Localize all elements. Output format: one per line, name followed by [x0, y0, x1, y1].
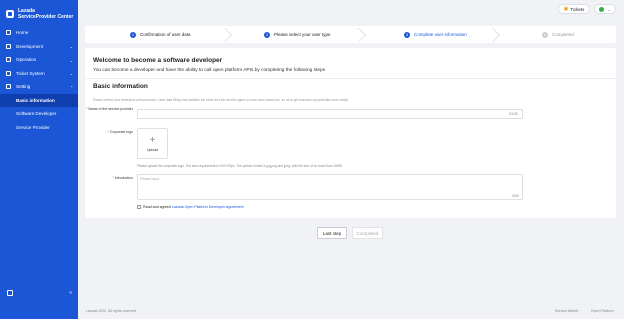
sidebar-item-label: Software Developer: [16, 111, 57, 117]
step-separator: [492, 28, 493, 41]
tickets-button[interactable]: ▣ Tickets: [558, 4, 590, 14]
main-card: Welcome to become a software developer Y…: [85, 48, 616, 218]
footer-link-open-platform[interactable]: Open Platform: [591, 309, 614, 313]
step-label: Please select your user type: [274, 32, 331, 37]
step-label: Complete user information: [414, 32, 467, 37]
sidebar-item-setting[interactable]: Setting ⌄: [0, 80, 78, 94]
agreement-checkbox[interactable]: [137, 205, 141, 209]
sidebar: Lazada ServiceProvider Center Home Devel…: [0, 0, 78, 319]
section-notice: Please perfect your enterprise personal …: [93, 98, 349, 102]
sidebar-subitem-software-developer[interactable]: Software Developer: [0, 107, 78, 121]
ticket-icon: [6, 70, 11, 76]
ticket-icon: ▣: [563, 6, 569, 12]
page-subtitle: You can become a developer and have the …: [93, 68, 326, 73]
sidebar-subitem-service-provider[interactable]: Service Provider: [0, 121, 78, 135]
brand-subtitle: ServiceProvider Center: [18, 14, 74, 20]
step-separator: [358, 28, 359, 41]
avatar: [599, 6, 605, 12]
sidebar-item-development[interactable]: Development ⌄: [0, 40, 78, 54]
sidebar-item-label: Development: [16, 43, 44, 49]
code-icon: [6, 43, 11, 49]
step-number: 3: [404, 31, 410, 38]
logo-upload-button[interactable]: + Upload: [137, 128, 168, 159]
chevron-down-icon: ⌄: [607, 6, 611, 12]
sidebar-nav: Home Development ⌄ Operation ⌄ Ticket Sy…: [0, 26, 78, 134]
introduction-placeholder: Please input: [140, 176, 160, 181]
name-field-label: * Name of the service provider: [85, 107, 133, 111]
logo-upload-hint: Please upload the corporate logo. The si…: [137, 164, 343, 168]
collapse-sidebar-icon[interactable]: «: [69, 290, 72, 296]
home-icon: [6, 30, 11, 36]
sidebar-item-label: Setting: [16, 84, 31, 90]
step-separator: [224, 28, 225, 41]
introduction-textarea[interactable]: Please input 0/50: [137, 174, 523, 200]
agreement-text: Read and agreed: [143, 205, 171, 209]
sidebar-subitem-basic-information[interactable]: Basic information: [0, 93, 78, 107]
sidebar-item-label: Operation: [16, 57, 37, 63]
step-2: 2 Please select your user type: [264, 26, 331, 43]
agreement-row: Read and agreed Lazada Open Platform Dev…: [137, 205, 244, 209]
user-menu-button[interactable]: ⌄: [594, 4, 616, 14]
step-number: 1: [130, 31, 136, 38]
footer-link-service-market[interactable]: Service Market: [555, 309, 578, 313]
brand-logo[interactable]: Lazada ServiceProvider Center: [6, 8, 73, 20]
step-number: 4: [542, 31, 548, 38]
operation-icon: [6, 57, 11, 63]
sidebar-item-ticket-system[interactable]: Ticket System ⌄: [0, 67, 78, 81]
sidebar-item-label: Basic information: [16, 97, 55, 103]
step-label: Confirmation of user data: [140, 32, 191, 37]
chevron-up-icon: ⌄: [69, 84, 73, 90]
step-3: 3 Complete user information: [404, 26, 467, 43]
chevron-down-icon: ⌄: [69, 71, 73, 76]
step-label: Completed: [552, 32, 574, 37]
lazada-logo-icon: [6, 10, 14, 18]
name-char-counter: 0/100: [509, 112, 518, 116]
sidebar-item-label: Ticket System: [16, 70, 45, 76]
footer-copyright: Lazada 2022, All rights reserved.: [86, 309, 137, 313]
section-title: Basic information: [93, 83, 148, 90]
upload-label: Upload: [146, 147, 159, 152]
sidebar-item-home[interactable]: Home: [0, 26, 78, 40]
chevron-down-icon: ⌄: [69, 44, 73, 49]
step-number: 2: [264, 31, 270, 38]
sidebar-item-label: Home: [16, 30, 29, 36]
introduction-char-counter: 0/50: [512, 193, 519, 198]
agreement-link[interactable]: Lazada Open Platform Developer Agreement: [172, 205, 244, 209]
step-4: 4 Completed: [542, 26, 574, 43]
page-title: Welcome to become a software developer: [93, 57, 223, 64]
document-icon[interactable]: [7, 290, 13, 296]
chevron-down-icon: ⌄: [69, 57, 73, 63]
service-provider-name-input[interactable]: [137, 109, 523, 119]
plus-icon: +: [149, 134, 156, 146]
completed-button[interactable]: Completed: [352, 227, 383, 239]
step-1: 1 Confirmation of user data: [130, 26, 191, 43]
logo-field-label: * Corporate logo: [107, 130, 133, 134]
last-step-button[interactable]: Last step: [317, 227, 347, 239]
sidebar-item-label: Service Provider: [16, 124, 50, 130]
gear-icon: [6, 84, 11, 90]
progress-steps: 1 Confirmation of user data 2 Please sel…: [85, 26, 616, 43]
sidebar-item-operation[interactable]: Operation ⌄: [0, 53, 78, 67]
divider: [85, 78, 616, 79]
tickets-label: Tickets: [570, 6, 585, 12]
introduction-field-label: * Introduction: [112, 176, 133, 180]
